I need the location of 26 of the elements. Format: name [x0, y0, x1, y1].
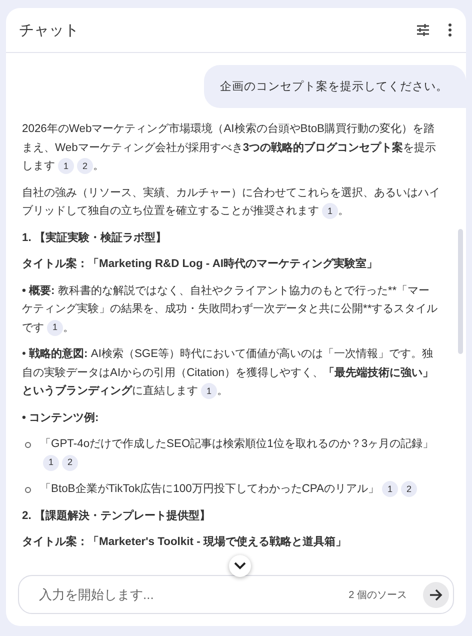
section-heading: 1. 【実証実験・検証ラボ型】: [22, 230, 166, 246]
answer-paragraph: • 戦略的意図: AI検索（SGE等）時代において価値が高いのは「一次情報」です。独自の実験データはAIからの引用（Citation）を獲得しやすく、「最先端技術に強い」というブランディングに直結します 1 。: [22, 345, 440, 400]
panel-title: チャット: [19, 20, 80, 40]
chevron-down-icon: [234, 562, 246, 570]
section-heading: • コンテンツ例:: [22, 410, 99, 426]
scrollbar-thumb[interactable]: [458, 229, 463, 354]
send-button[interactable]: [423, 582, 449, 608]
source-count: 2 個のソース: [348, 588, 407, 602]
more-button[interactable]: [446, 21, 454, 39]
bullet-icon: [25, 442, 31, 448]
scroll-down-button[interactable]: [229, 555, 251, 577]
example-text: 「BtoB企業がTikTok広告に100万円投下してわかったCPAのリアル」 1 2: [40, 480, 417, 498]
sliders-icon: [416, 23, 430, 37]
example-text: 「GPT-4oだけで作成したSEO記事は検索順位1位を取れるのか？3ヶ月の記録」 1 2: [40, 435, 440, 472]
section-heading: 2. 【課題解決・テンプレート提供型】: [22, 508, 210, 524]
bullet-icon: [25, 487, 31, 493]
answer-paragraph: 自社の強み（リソース、実績、カルチャー）に合わせてこれらを選択、あるいはハイブリッドして独自の立ち位置を確立することが推奨されます 1 。: [22, 184, 440, 220]
user-message: 企画のコンセプト案を提示してください。: [204, 65, 466, 108]
section-heading: タイトル案：「Marketer's Toolkit - 現場で使える戦略と道具箱」: [22, 534, 346, 550]
arrow-right-icon: [429, 588, 443, 602]
more-icon: [448, 23, 452, 37]
section-heading: タイトル案：「Marketing R&D Log - AI時代のマーケティング実験室」: [22, 256, 378, 272]
chat-input-box[interactable]: 入力を開始します... 2 個のソース: [18, 575, 454, 614]
settings-button[interactable]: [414, 21, 432, 39]
answer-paragraph: 2026年のWebマーケティング市場環境（AI検索の台頭やBtoB購買行動の変化）を踏まえ、Webマーケティング会社が採用すべき3つの戦略的ブログコンセプト案を提示します 1 2 。: [22, 120, 440, 176]
answer-paragraph: • 概要: 教科書的な解説ではなく、自社やクライアント協力のもとで行った**「マーケティング実験」の結果を、成功・失敗問わず一次データと共に公開**するスタイルです 1 。: [22, 282, 440, 337]
